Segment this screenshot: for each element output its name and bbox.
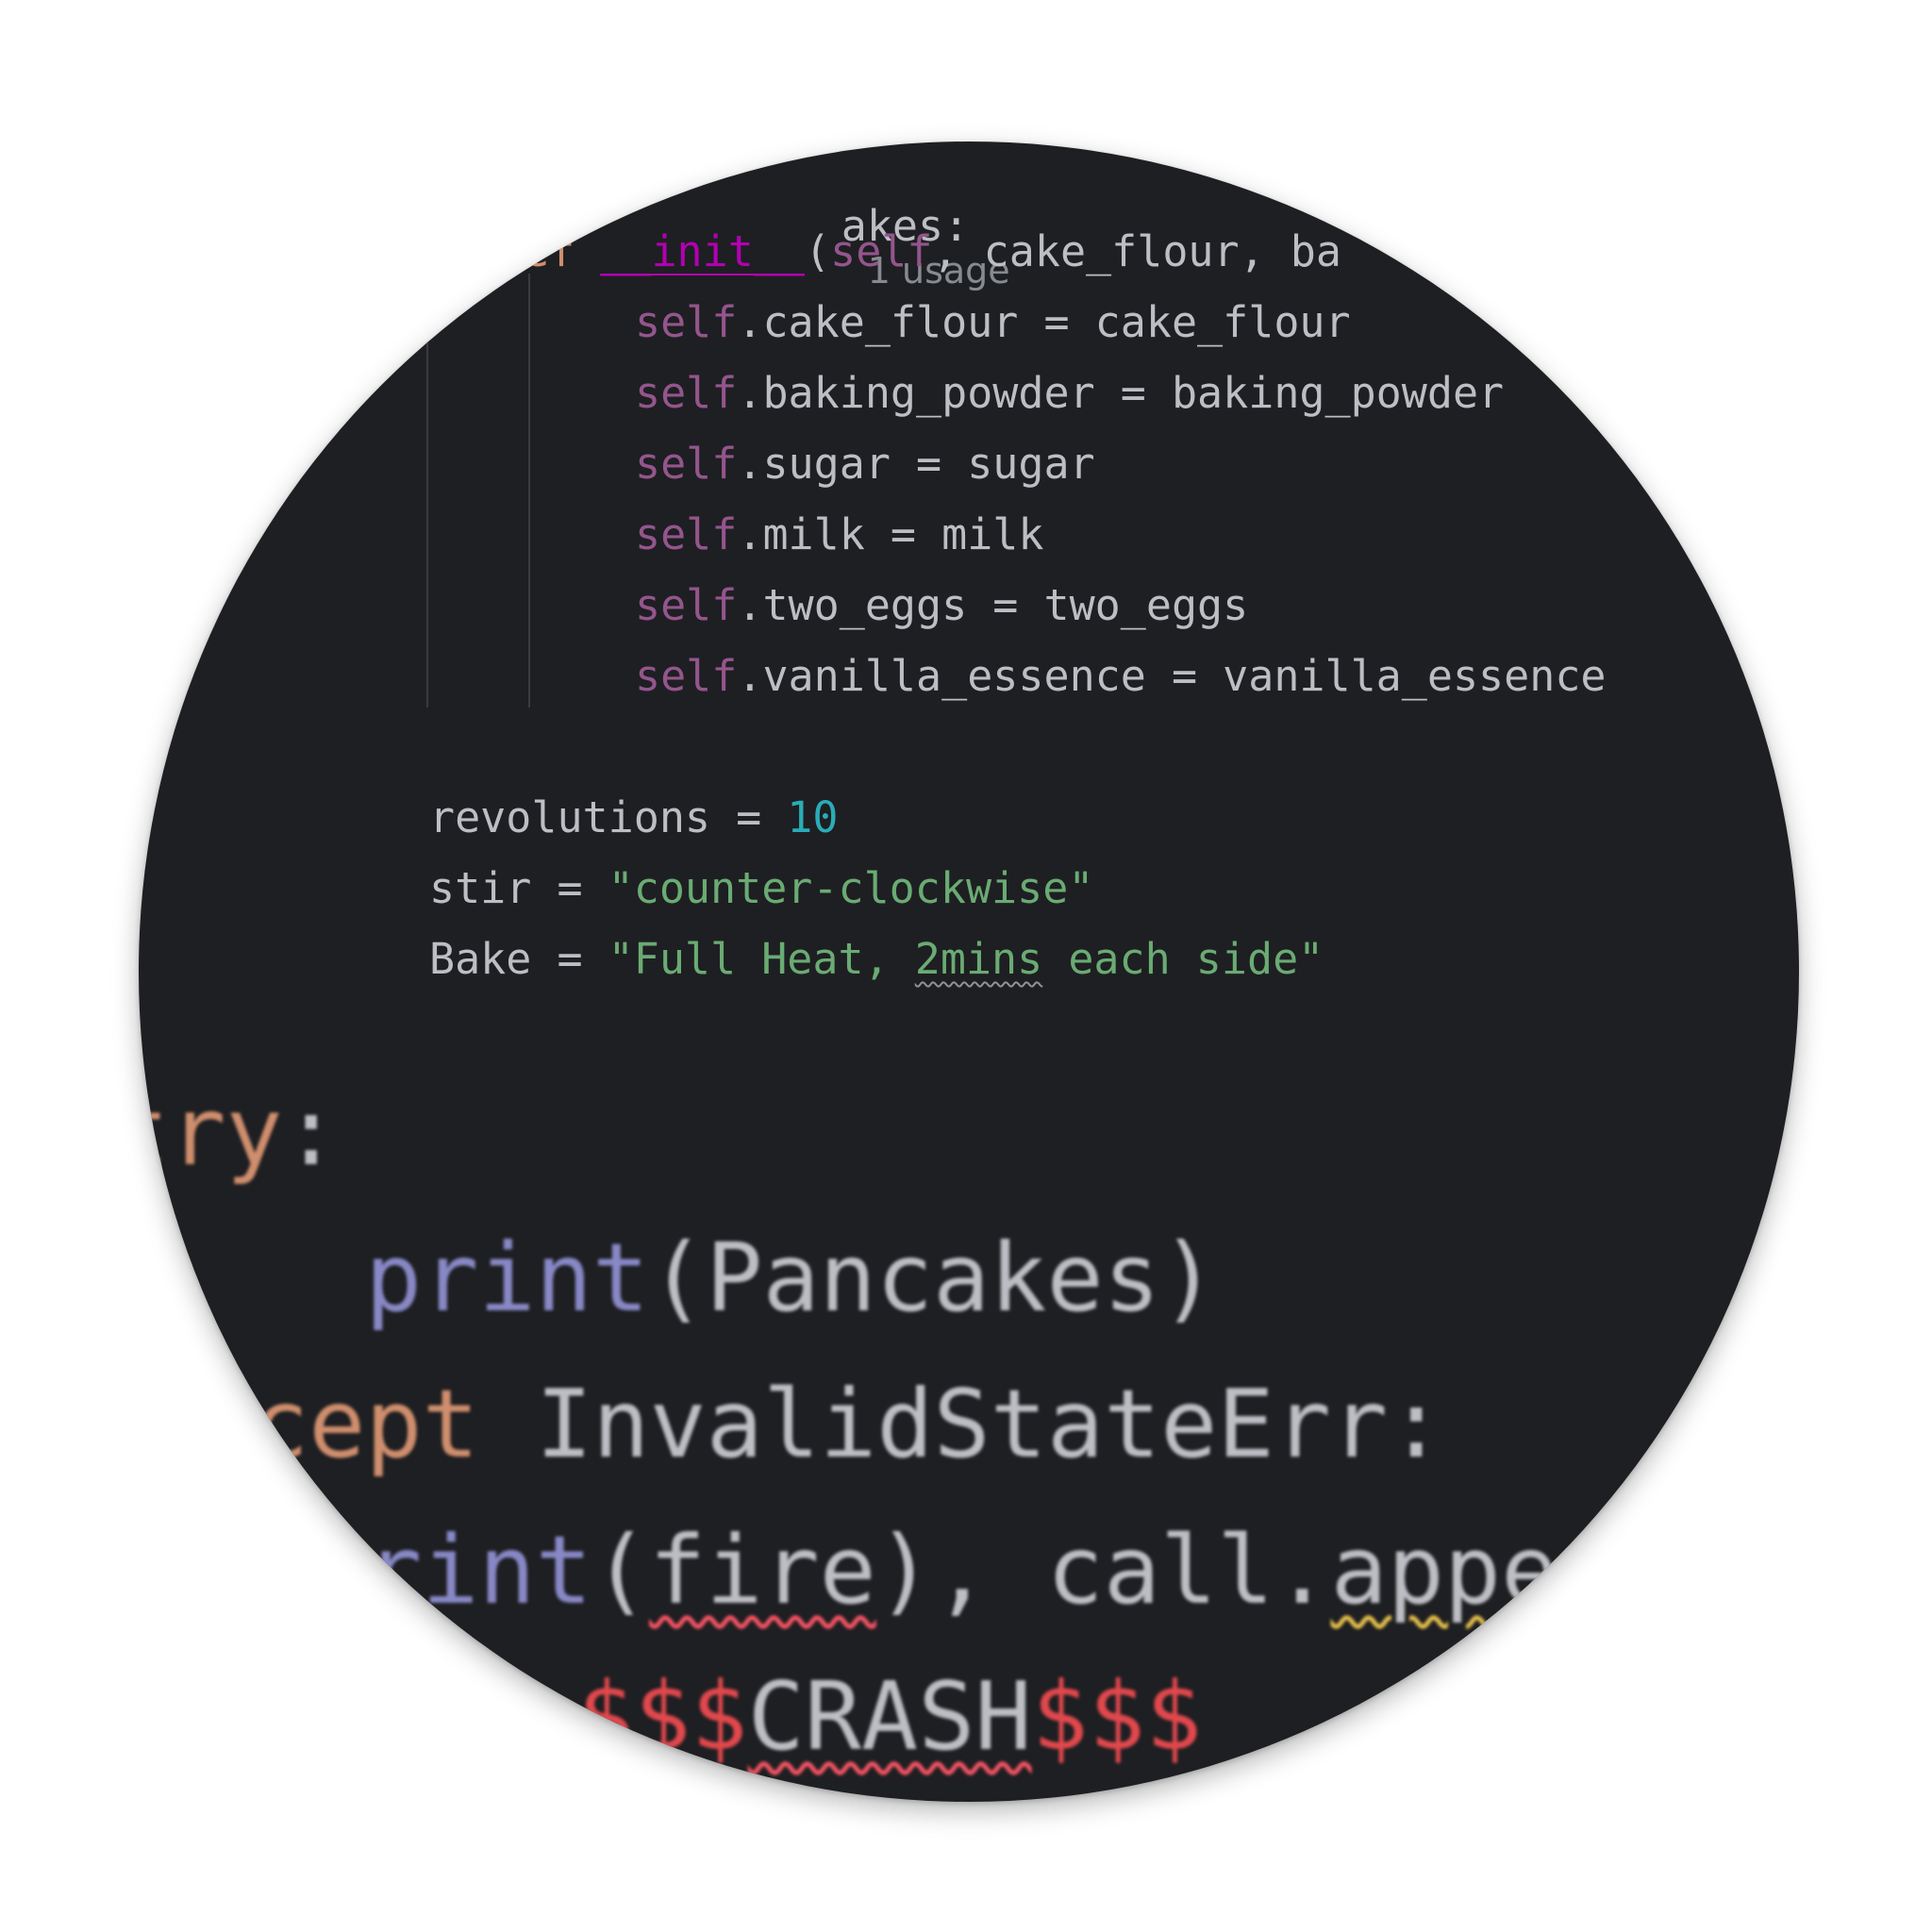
bake-value-end: each side" [1042, 934, 1324, 984]
indent-guide [426, 274, 428, 708]
self-keyword: self [635, 651, 738, 701]
stage: akes: 1 usage ef __init__(self, cake_flo… [0, 0, 1932, 1932]
self-keyword: self [635, 439, 738, 489]
bake-line: Bake = "Full Heat, 2mins each side" [429, 938, 1324, 980]
dollar-signs-right: $$$ [1031, 1661, 1203, 1772]
assignment-line: self.sugar = sugar [635, 442, 1095, 485]
except-keyword: cept [252, 1369, 479, 1479]
def-keyword: ef [524, 226, 575, 276]
assignment-line: self.cake_flour = cake_flour [635, 301, 1351, 343]
error-squiggle[interactable]: fire [649, 1515, 876, 1625]
try-line: try: [139, 1085, 340, 1179]
assignment-rest: .baking_powder = baking_powder [737, 368, 1505, 418]
try-colon: : [282, 1076, 340, 1187]
typo-squiggle[interactable]: 2mins [915, 934, 1042, 984]
dollar-signs-left: $$$ [577, 1661, 748, 1772]
stir-name: stir = [429, 863, 608, 913]
assignment-line: self.two_eggs = two_eggs [635, 584, 1248, 626]
assignment-rest: .sugar = sugar [737, 439, 1095, 489]
revolutions-value: 10 [787, 792, 839, 842]
print-args: (Pancakes) [649, 1223, 1218, 1333]
code-editor: akes: 1 usage ef __init__(self, cake_flo… [139, 142, 1799, 1802]
assignment-rest: .milk = milk [737, 509, 1044, 559]
print-function: print [365, 1223, 650, 1333]
stir-line: stir = "counter-clockwise" [429, 867, 1093, 909]
round-mousepad: akes: 1 usage ef __init__(self, cake_flo… [139, 142, 1799, 1802]
bake-value-start: "Full Heat, [608, 934, 915, 984]
self-keyword: self [635, 297, 738, 347]
bake-name: Bake = [429, 934, 608, 984]
open-paren: ( [591, 1515, 650, 1625]
revolutions-line: revolutions = 10 [429, 796, 838, 839]
self-keyword: self [635, 509, 738, 559]
def-init-line: ef __init__(self, cake_flour, ba [524, 230, 1341, 273]
try-keyword: try [139, 1076, 283, 1187]
indent-guide [528, 274, 530, 708]
crash-word[interactable]: CRASH [748, 1661, 1032, 1772]
except-line: cept InvalidStateErr: [252, 1377, 1444, 1472]
assignment-rest: .two_eggs = two_eggs [737, 580, 1249, 630]
self-keyword: self [635, 580, 738, 630]
warning-squiggle[interactable]: appe [1331, 1515, 1558, 1625]
print-function: rint [365, 1515, 592, 1625]
assignment-line: self.milk = milk [635, 513, 1043, 556]
call-text: ), call. [875, 1515, 1331, 1625]
self-keyword: self [635, 368, 738, 418]
params: , cake_flour, ba [932, 226, 1341, 276]
self-param: self [830, 226, 933, 276]
print-fire-line: rint(fire), call.appe [365, 1524, 1557, 1618]
init-function-name: __init__ [600, 226, 806, 276]
assignment-line: self.baking_powder = baking_powder [635, 372, 1504, 414]
assignment-rest: .cake_flour = cake_flour [737, 297, 1351, 347]
assignment-line: self.vanilla_essence = vanilla_essence [635, 655, 1607, 697]
stir-value: "counter-clockwise" [608, 863, 1094, 913]
assignment-rest: .vanilla_essence = vanilla_essence [737, 651, 1607, 701]
open-paren: ( [805, 226, 831, 276]
exception-name: InvalidStateErr: [478, 1369, 1445, 1479]
revolutions-name: revolutions = [429, 792, 788, 842]
crash-line: $$$CRASH$$$ [577, 1670, 1202, 1764]
print-pancakes-line: print(Pancakes) [365, 1231, 1217, 1325]
